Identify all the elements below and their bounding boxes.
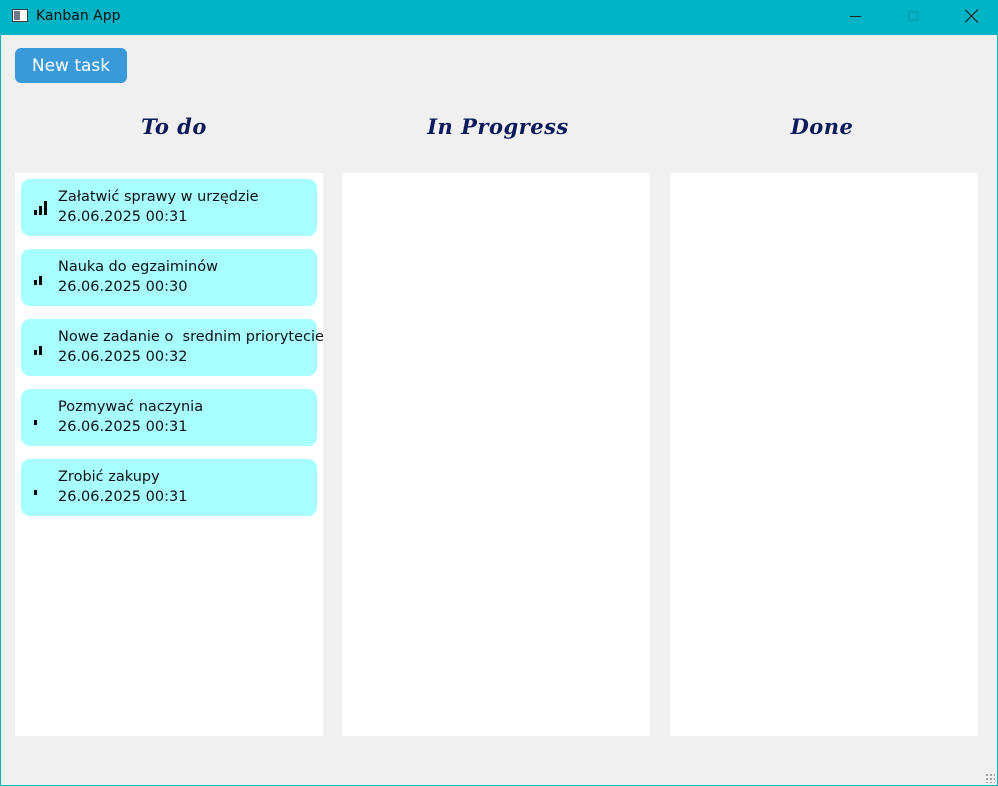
column-title-todo: To do <box>141 114 207 139</box>
title-bar[interactable]: Kanban App <box>0 0 998 35</box>
priority-medium-icon <box>34 270 50 285</box>
task-date: 26.06.2025 00:32 <box>58 349 188 365</box>
task-card[interactable]: Pozmywać naczynia 26.06.2025 00:31 <box>21 389 317 446</box>
column-in-progress[interactable] <box>342 173 650 736</box>
task-title: Pozmywać naczynia <box>58 399 204 415</box>
task-card[interactable]: Załatwić sprawy w urzędzie 26.06.2025 00… <box>21 179 317 236</box>
column-title-done: Done <box>790 114 854 139</box>
task-card[interactable]: Nowe zadanie o srednim priorytecie 26.06… <box>21 319 324 376</box>
app-icon <box>12 9 28 22</box>
task-title: Nowe zadanie o srednim priorytecie <box>58 329 324 345</box>
maximize-button[interactable] <box>890 0 936 35</box>
new-task-button[interactable]: New task <box>15 48 127 83</box>
priority-high-icon <box>34 200 50 215</box>
app-window: Kanban App New task To do In Progress Do… <box>0 0 998 786</box>
priority-low-icon <box>34 480 50 495</box>
minimize-button[interactable] <box>832 0 878 35</box>
task-date: 26.06.2025 00:30 <box>58 279 188 295</box>
task-date: 26.06.2025 00:31 <box>58 489 188 505</box>
priority-low-icon <box>34 410 50 425</box>
task-title: Zrobić zakupy <box>58 469 160 485</box>
task-card[interactable]: Nauka do egzaiminów 26.06.2025 00:30 <box>21 249 317 306</box>
task-date: 26.06.2025 00:31 <box>58 209 188 225</box>
task-title: Nauka do egzaiminów <box>58 259 218 275</box>
window-title: Kanban App <box>36 8 121 24</box>
priority-medium-icon <box>34 340 50 355</box>
column-todo[interactable]: Załatwić sprawy w urzędzie 26.06.2025 00… <box>15 173 324 736</box>
maximize-icon <box>908 11 918 21</box>
task-title: Załatwić sprawy w urzędzie <box>58 189 259 205</box>
close-button[interactable] <box>948 0 994 35</box>
resize-grip-icon[interactable] <box>985 773 995 783</box>
task-date: 26.06.2025 00:31 <box>58 419 188 435</box>
column-title-in-progress: In Progress <box>427 114 569 139</box>
minimize-icon <box>850 16 861 17</box>
close-icon <box>965 9 979 23</box>
column-done[interactable] <box>670 173 978 736</box>
task-card[interactable]: Zrobić zakupy 26.06.2025 00:31 <box>21 459 317 516</box>
